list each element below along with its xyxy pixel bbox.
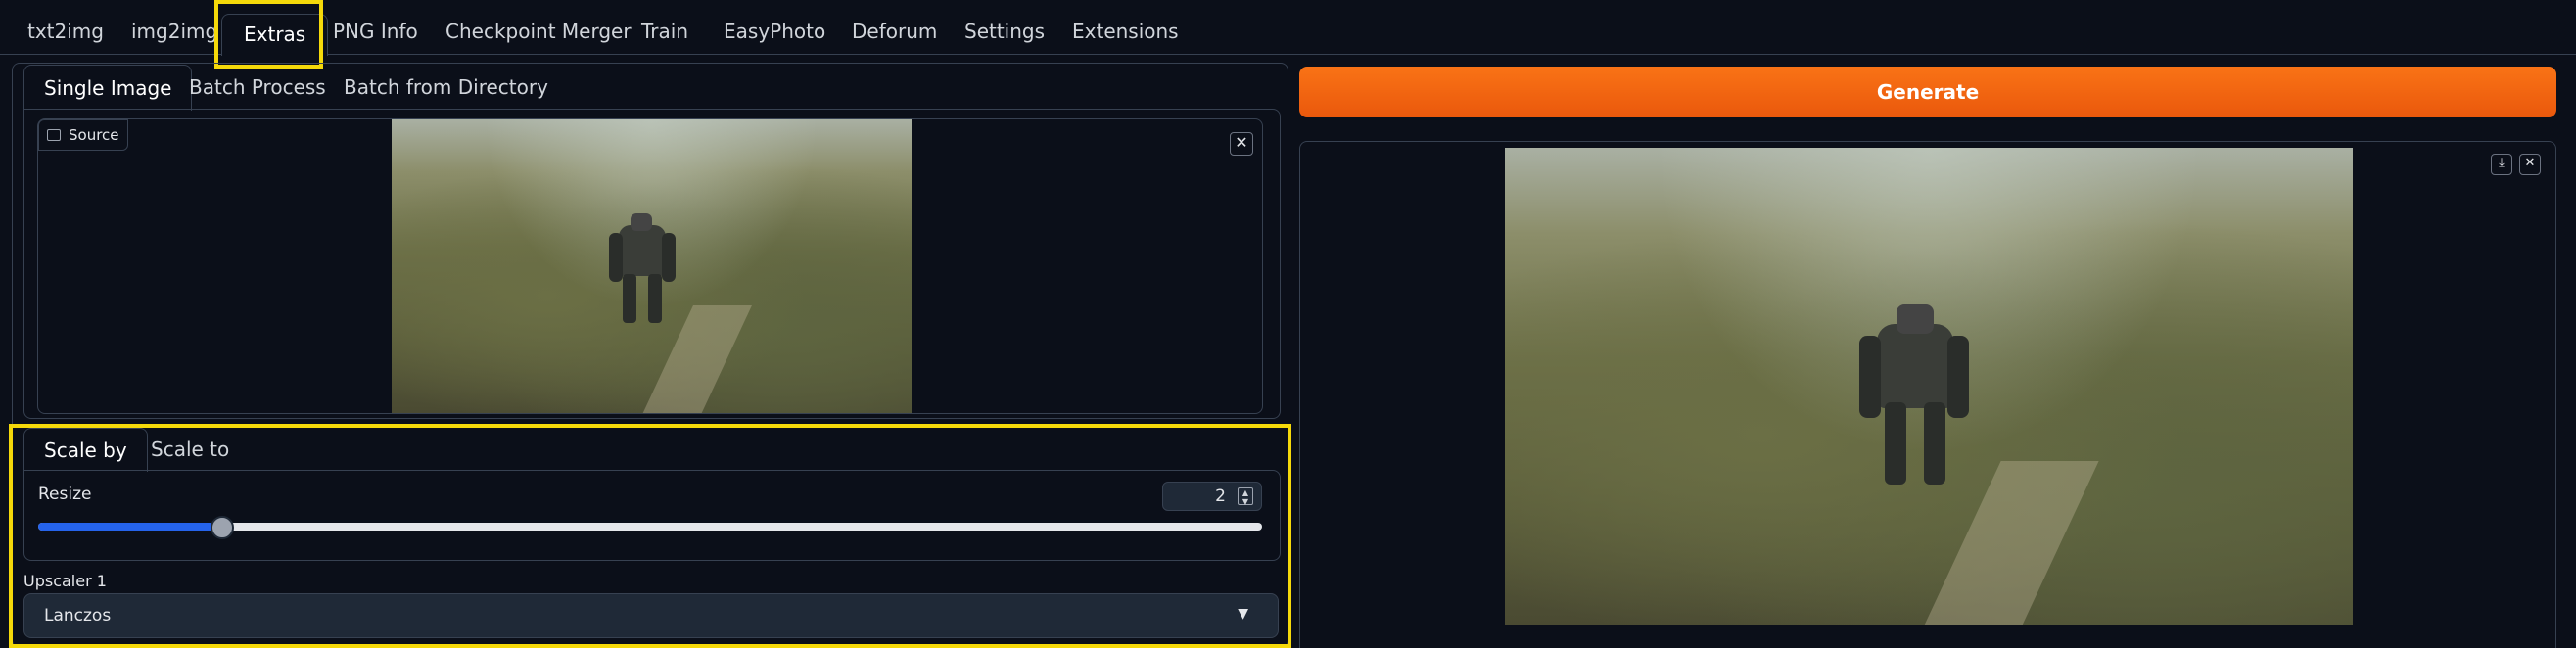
tab-png-info[interactable]: PNG Info [333, 10, 418, 53]
tab-scale-by[interactable]: Scale by [23, 428, 148, 472]
image-icon [47, 129, 61, 141]
tab-img2img[interactable]: img2img [131, 10, 217, 53]
robot-body [1877, 324, 1953, 408]
tab-settings[interactable]: Settings [964, 10, 1045, 53]
robot-head [631, 213, 652, 231]
top-tab-bar: txt2img img2img Extras PNG Info Checkpoi… [0, 0, 2576, 56]
upscaler-dropdown[interactable]: Lanczos ▼ [23, 593, 1279, 638]
resize-slider-fill [38, 523, 222, 531]
robot-arm-left [1859, 336, 1881, 418]
tab-batch-from-directory[interactable]: Batch from Directory [344, 65, 548, 110]
robot-arm-right [662, 233, 676, 282]
robot-arm-right [1947, 336, 1969, 418]
upscaler-label: Upscaler 1 [23, 572, 107, 590]
source-label-badge: Source [38, 119, 128, 151]
robot-arm-left [609, 233, 623, 282]
resize-slider-thumb[interactable] [211, 516, 234, 539]
scale-by-panel: Resize 2 ▲ ▼ [23, 470, 1281, 561]
tab-scale-to[interactable]: Scale to [151, 428, 229, 471]
source-image-dropzone[interactable]: Source ✕ [37, 118, 1263, 414]
tab-easyphoto[interactable]: EasyPhoto [724, 10, 825, 53]
chevron-down-icon: ▼ [1238, 606, 1248, 622]
source-image [392, 119, 912, 413]
resize-number-input[interactable]: 2 ▲ ▼ [1162, 482, 1262, 511]
upscaler-value: Lanczos [44, 606, 112, 625]
robot-leg-left [623, 274, 636, 323]
tab-deforum[interactable]: Deforum [852, 10, 937, 53]
resize-label: Resize [38, 485, 92, 504]
output-gallery-panel: ⤓ ✕ [1299, 141, 2556, 648]
resize-value: 2 [1215, 486, 1226, 506]
robot-head [1897, 304, 1934, 334]
robot-leg-right [1924, 402, 1945, 485]
robot-body [619, 225, 666, 276]
tab-checkpoint-merger[interactable]: Checkpoint Merger [445, 10, 632, 53]
tab-train[interactable]: Train [641, 10, 688, 53]
tab-batch-process[interactable]: Batch Process [189, 65, 326, 110]
output-image[interactable] [1505, 148, 2353, 625]
generate-button[interactable]: Generate [1299, 67, 2556, 117]
source-label: Source [69, 126, 119, 144]
tab-single-image[interactable]: Single Image [23, 65, 193, 111]
spinner-arrows-icon[interactable]: ▲ ▼ [1238, 487, 1253, 506]
close-icon[interactable]: ✕ [1230, 132, 1253, 156]
close-icon[interactable]: ✕ [2519, 154, 2541, 175]
tab-extras[interactable]: Extras [221, 14, 329, 56]
robot-leg-right [648, 274, 662, 323]
dirt-path [1909, 461, 2099, 625]
robot-leg-left [1885, 402, 1906, 485]
tab-extensions[interactable]: Extensions [1072, 10, 1179, 53]
tab-txt2img[interactable]: txt2img [27, 10, 104, 53]
download-icon[interactable]: ⤓ [2491, 154, 2512, 175]
